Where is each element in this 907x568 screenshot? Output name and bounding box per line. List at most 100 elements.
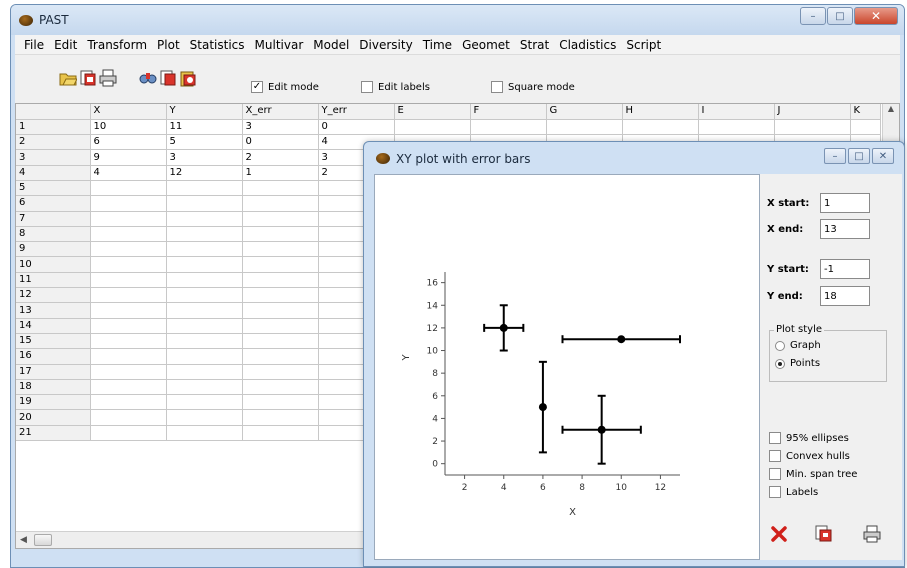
main-title-bar[interactable]: PAST – □ ✕ bbox=[11, 5, 904, 35]
data-cell[interactable] bbox=[166, 287, 243, 304]
data-cell[interactable] bbox=[166, 256, 243, 273]
data-cell[interactable]: 3 bbox=[242, 119, 319, 136]
data-cell[interactable] bbox=[166, 348, 243, 365]
data-cell[interactable] bbox=[90, 364, 167, 380]
maximize-icon[interactable]: □ bbox=[827, 7, 853, 25]
close-icon[interactable]: ✕ bbox=[854, 7, 898, 25]
row-header[interactable]: 1 bbox=[16, 119, 91, 136]
clipboard-icon[interactable] bbox=[179, 69, 197, 87]
find-icon[interactable] bbox=[139, 69, 157, 87]
data-cell[interactable] bbox=[242, 272, 319, 289]
data-cell[interactable] bbox=[90, 348, 167, 365]
menu-cladistics[interactable]: Cladistics bbox=[554, 38, 621, 52]
plot-minimize-icon[interactable]: – bbox=[824, 148, 846, 164]
print-icon[interactable] bbox=[99, 69, 117, 87]
data-cell[interactable] bbox=[166, 180, 243, 197]
graph-radio[interactable]: Graph bbox=[775, 340, 821, 351]
row-header[interactable]: 2 bbox=[16, 134, 91, 151]
data-cell[interactable] bbox=[242, 348, 319, 365]
data-cell[interactable] bbox=[166, 302, 243, 319]
data-cell[interactable] bbox=[774, 119, 851, 136]
open-icon[interactable] bbox=[59, 69, 77, 87]
data-cell[interactable] bbox=[166, 195, 243, 212]
row-header[interactable]: 20 bbox=[16, 409, 91, 426]
data-cell[interactable] bbox=[242, 318, 319, 334]
close-x-icon[interactable] bbox=[767, 522, 791, 546]
menu-multivar[interactable]: Multivar bbox=[250, 38, 309, 52]
data-cell[interactable] bbox=[90, 211, 167, 227]
data-cell[interactable] bbox=[242, 241, 319, 258]
data-cell[interactable] bbox=[166, 379, 243, 396]
menu-statistics[interactable]: Statistics bbox=[185, 38, 250, 52]
data-cell[interactable] bbox=[242, 211, 319, 227]
edit-mode-checkbox[interactable]: ✓ Edit mode bbox=[251, 81, 319, 93]
data-cell[interactable] bbox=[242, 195, 319, 212]
data-cell[interactable]: 9 bbox=[90, 149, 167, 166]
minimize-icon[interactable]: – bbox=[800, 7, 826, 25]
data-cell[interactable] bbox=[242, 364, 319, 380]
labels-checkbox[interactable]: Labels bbox=[769, 486, 818, 498]
menu-edit[interactable]: Edit bbox=[49, 38, 82, 52]
column-header[interactable]: G bbox=[546, 104, 623, 120]
data-cell[interactable]: 6 bbox=[90, 134, 167, 151]
row-header[interactable]: 9 bbox=[16, 241, 91, 258]
plot-close-icon[interactable]: ✕ bbox=[872, 148, 894, 164]
menu-file[interactable]: File bbox=[19, 38, 49, 52]
row-header[interactable]: 5 bbox=[16, 180, 91, 197]
column-header[interactable]: K bbox=[850, 104, 881, 120]
data-cell[interactable] bbox=[242, 180, 319, 197]
data-cell[interactable] bbox=[90, 287, 167, 304]
row-header[interactable]: 19 bbox=[16, 394, 91, 411]
x-end-input[interactable] bbox=[820, 219, 870, 239]
data-cell[interactable] bbox=[90, 302, 167, 319]
row-header[interactable]: 10 bbox=[16, 256, 91, 273]
column-header[interactable]: Y bbox=[166, 104, 243, 120]
points-radio[interactable]: Points bbox=[775, 358, 820, 369]
row-header[interactable]: 18 bbox=[16, 379, 91, 396]
data-cell[interactable] bbox=[242, 409, 319, 426]
column-header[interactable]: F bbox=[470, 104, 547, 120]
data-cell[interactable] bbox=[90, 379, 167, 396]
copy-graph-icon[interactable] bbox=[812, 522, 836, 546]
data-cell[interactable]: 2 bbox=[242, 149, 319, 166]
data-cell[interactable] bbox=[90, 394, 167, 411]
menu-plot[interactable]: Plot bbox=[152, 38, 185, 52]
column-header[interactable]: J bbox=[774, 104, 851, 120]
row-header[interactable]: 8 bbox=[16, 226, 91, 243]
ellipses-checkbox[interactable]: 95% ellipses bbox=[769, 432, 849, 444]
y-start-input[interactable] bbox=[820, 259, 870, 279]
data-cell[interactable] bbox=[546, 119, 623, 136]
data-cell[interactable]: 4 bbox=[90, 165, 167, 181]
edit-labels-checkbox[interactable]: Edit labels bbox=[361, 81, 430, 93]
data-cell[interactable] bbox=[850, 119, 881, 136]
scroll-left-icon[interactable]: ◀ bbox=[20, 535, 27, 545]
menu-time[interactable]: Time bbox=[418, 38, 457, 52]
data-cell[interactable] bbox=[242, 302, 319, 319]
data-cell[interactable] bbox=[166, 333, 243, 350]
column-header[interactable]: H bbox=[622, 104, 699, 120]
data-cell[interactable] bbox=[166, 394, 243, 411]
row-header[interactable]: 12 bbox=[16, 287, 91, 304]
data-cell[interactable]: 1 bbox=[242, 165, 319, 181]
data-cell[interactable]: 0 bbox=[242, 134, 319, 151]
data-cell[interactable] bbox=[242, 226, 319, 243]
y-end-input[interactable] bbox=[820, 286, 870, 306]
menu-strat[interactable]: Strat bbox=[515, 38, 554, 52]
row-header[interactable]: 6 bbox=[16, 195, 91, 212]
copy-icon[interactable] bbox=[159, 69, 177, 87]
row-header[interactable]: 4 bbox=[16, 165, 91, 181]
min-span-tree-checkbox[interactable]: Min. span tree bbox=[769, 468, 857, 480]
row-header[interactable]: 11 bbox=[16, 272, 91, 289]
data-cell[interactable] bbox=[166, 211, 243, 227]
plot-maximize-icon[interactable]: □ bbox=[848, 148, 870, 164]
menu-geomet[interactable]: Geomet bbox=[457, 38, 515, 52]
square-mode-checkbox[interactable]: Square mode bbox=[491, 81, 575, 93]
data-cell[interactable]: 10 bbox=[90, 119, 167, 136]
column-header[interactable]: X_err bbox=[242, 104, 319, 120]
column-header[interactable]: E bbox=[394, 104, 471, 120]
data-cell[interactable] bbox=[242, 287, 319, 304]
menu-model[interactable]: Model bbox=[308, 38, 354, 52]
data-cell[interactable] bbox=[166, 364, 243, 380]
row-header[interactable]: 7 bbox=[16, 211, 91, 227]
menu-transform[interactable]: Transform bbox=[82, 38, 152, 52]
